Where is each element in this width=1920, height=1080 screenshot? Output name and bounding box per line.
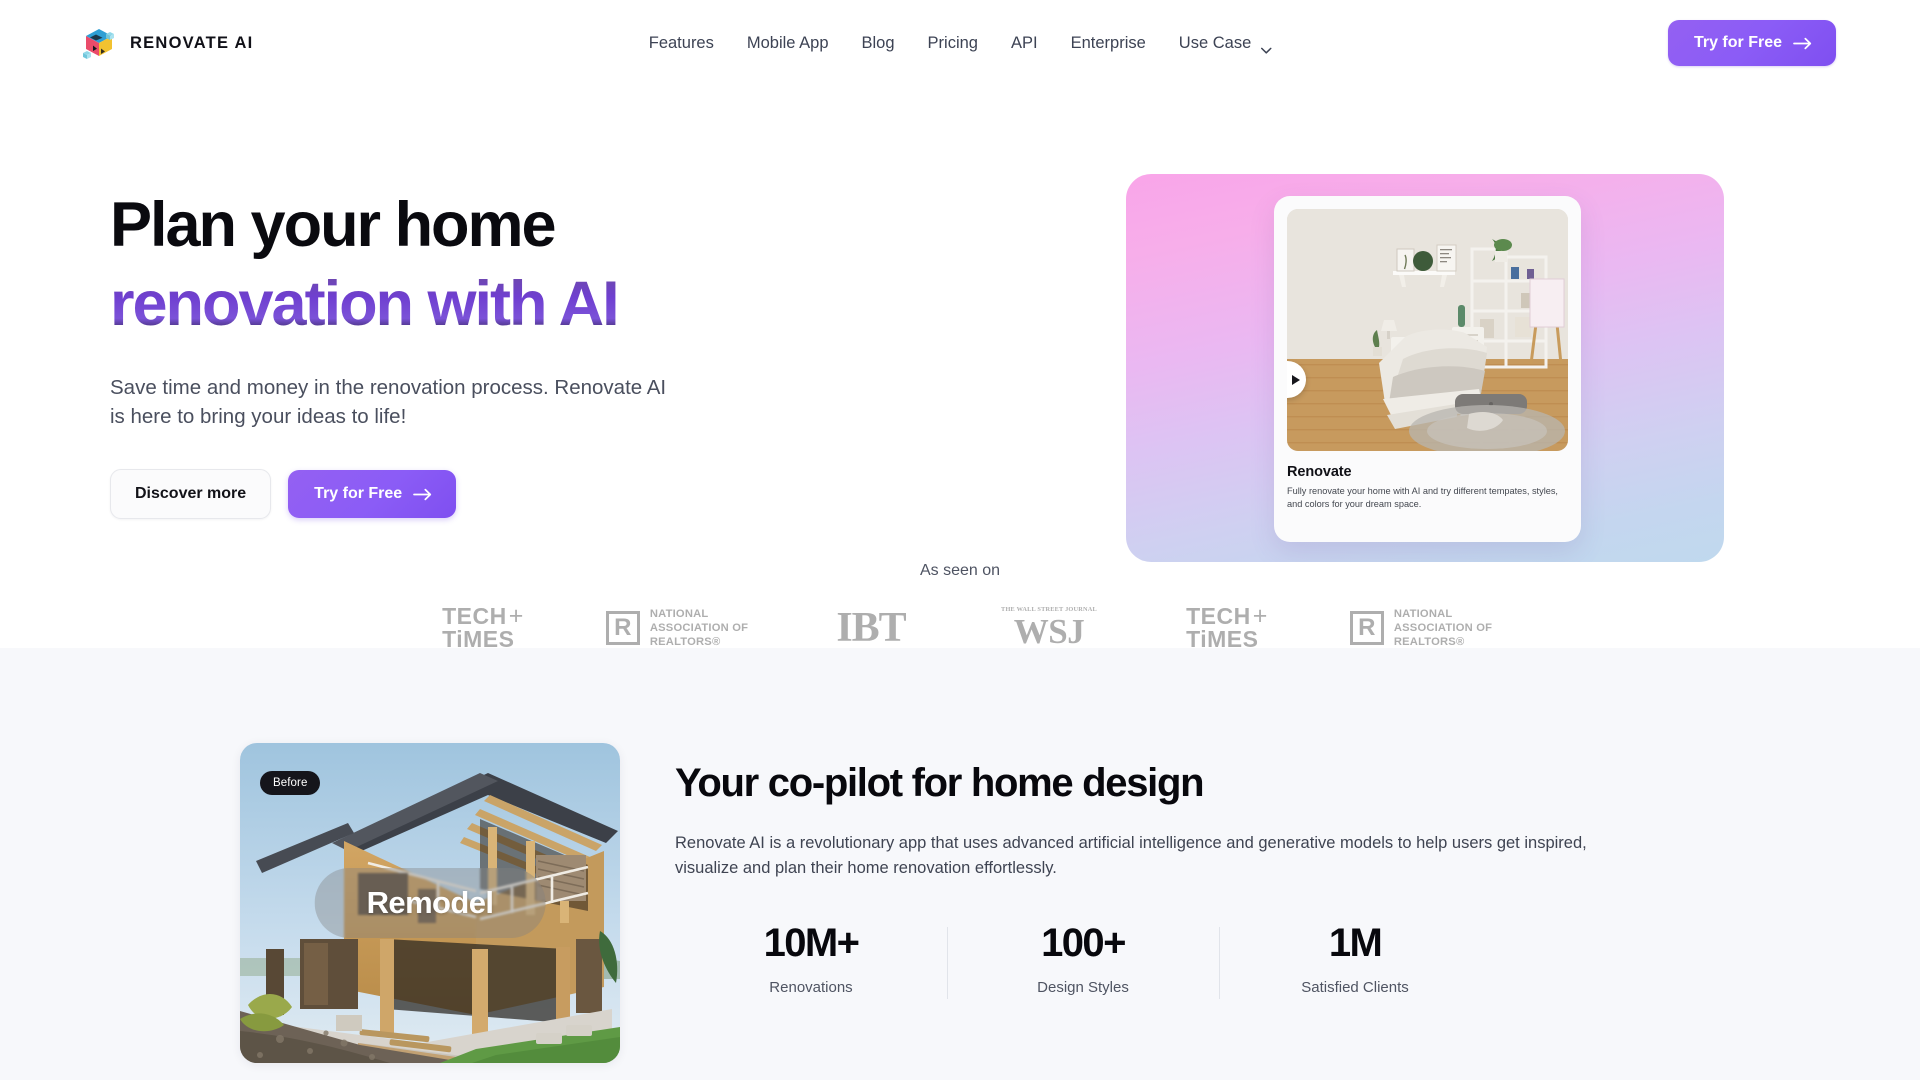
nav-item-use-case-label: Use Case — [1178, 33, 1252, 52]
stat-value: 100+ — [1041, 921, 1126, 966]
arrow-right-icon — [1793, 37, 1813, 50]
copilot-copy: Your co-pilot for home design Renovate A… — [675, 743, 1635, 1063]
nav-item-features[interactable]: Features — [649, 34, 714, 53]
hero-card-title: Renovate — [1287, 464, 1352, 480]
hero-subtitle: Save time and money in the renovation pr… — [110, 376, 667, 429]
hero-gradient-panel: Renovate Fully renovate your home with A… — [1126, 174, 1724, 562]
header-try-for-free-label: Try for Free — [1693, 34, 1782, 51]
site-header: RENOVATE AI Features Mobile App Blog Pri… — [0, 0, 1920, 86]
hero-copy: Plan your home renovation with AI Save t… — [0, 86, 880, 556]
main-navigation: Features Mobile App Blog Pricing API Ent… — [649, 33, 1272, 54]
realtors-line-1: NATIONAL — [1393, 607, 1453, 620]
nav-item-pricing[interactable]: Pricing — [928, 34, 978, 53]
realtors-mark-letter: R — [1358, 614, 1376, 641]
realtors-line-1: NATIONAL — [649, 607, 709, 620]
status-badge: Before — [260, 771, 321, 795]
hero-title-line-1: Plan your home — [110, 190, 557, 260]
ibt-logo-text: IBT — [836, 605, 906, 651]
national-association-of-realtors-logo: R NATIONAL ASSOCIATION OF REALTORS® — [1316, 602, 1526, 654]
section-heading: Your co-pilot for home design — [675, 761, 1205, 805]
nav-item-enterprise[interactable]: Enterprise — [1071, 34, 1146, 53]
ibt-logo: IBT — [782, 602, 960, 654]
stat-satisfied-clients: 1M Satisfied Clients — [1219, 921, 1491, 1000]
section-description: Renovate AI is a revolutionary app that … — [675, 834, 1587, 878]
remodel-before-card[interactable]: Before Remodel — [240, 743, 620, 1063]
arrow-right-icon — [413, 488, 433, 501]
stat-label: Design Styles — [1037, 979, 1129, 997]
realtors-line-2: ASSOCIATION OF — [649, 621, 749, 634]
nav-item-blog[interactable]: Blog — [862, 34, 895, 53]
isometric-cube-logo — [82, 26, 116, 60]
hero-title-line-2: renovation with AI — [110, 273, 880, 336]
press-label: As seen on — [919, 562, 1001, 579]
national-association-of-realtors-logo: R NATIONAL ASSOCIATION OF REALTORS® — [572, 602, 782, 654]
chevron-down-icon — [1260, 40, 1271, 54]
landing-page: RENOVATE AI Features Mobile App Blog Pri… — [0, 0, 1920, 1080]
nav-item-mobile-app[interactable]: Mobile App — [747, 34, 829, 53]
stats-row: 10M+ Renovations 100+ Design Styles 1M S… — [675, 921, 1635, 1000]
realtors-line-2: ASSOCIATION OF — [1393, 621, 1493, 634]
nav-item-api[interactable]: API — [1011, 34, 1038, 53]
nav-item-use-case[interactable]: Use Case — [1178, 33, 1271, 54]
hero-try-for-free-label: Try for Free — [314, 485, 403, 503]
bedroom-interior-photo — [1287, 209, 1568, 451]
hero-card-description: Fully renovate your home with AI and try… — [1287, 486, 1558, 510]
stat-label: Renovations — [769, 979, 853, 997]
renovate-feature-card[interactable]: Renovate Fully renovate your home with A… — [1274, 196, 1581, 542]
tech-times-logo: TECH + TiMES — [442, 602, 524, 652]
copilot-section: Before Remodel Your co-pilot for home de… — [0, 648, 1920, 1080]
brand-name: RENOVATE AI — [130, 33, 254, 52]
press-section: As seen on TECH + TiMES R NATIONAL ASSOCI… — [0, 556, 1920, 654]
hero-section: Plan your home renovation with AI Save t… — [0, 86, 1920, 562]
page-title: Plan your home renovation with AI — [110, 194, 880, 336]
realtors-mark-letter: R — [614, 614, 632, 641]
wsj-logo: THE WALL STREET JOURNAL WSJ — [960, 602, 1138, 654]
tech-times-line-1: TECH — [442, 603, 507, 630]
stat-design-styles: 100+ Design Styles — [947, 921, 1219, 1000]
press-logo-row: TECH + TiMES R NATIONAL ASSOCIATION OF RE… — [0, 602, 1920, 654]
hero-try-for-free-button[interactable]: Try for Free — [288, 470, 457, 519]
header-try-for-free-button[interactable]: Try for Free — [1667, 20, 1836, 66]
tech-times-logo: TECH + TiMES — [1186, 602, 1268, 652]
remodel-overlay-label: Remodel — [314, 868, 546, 938]
discover-more-button[interactable]: Discover more — [110, 469, 272, 520]
hero-actions: Discover more Try for Free — [110, 469, 880, 520]
tech-times-line-1: TECH — [1186, 603, 1251, 630]
stat-renovations: 10M+ Renovations — [675, 921, 947, 996]
brand-logo[interactable]: RENOVATE AI — [82, 26, 253, 60]
stat-value: 1M — [1328, 921, 1383, 966]
stat-value: 10M+ — [763, 921, 860, 966]
stat-label: Satisfied Clients — [1301, 979, 1409, 997]
remodel-overlay-text: Remodel — [366, 885, 494, 920]
wsj-logo-text: WSJ — [1013, 612, 1085, 652]
